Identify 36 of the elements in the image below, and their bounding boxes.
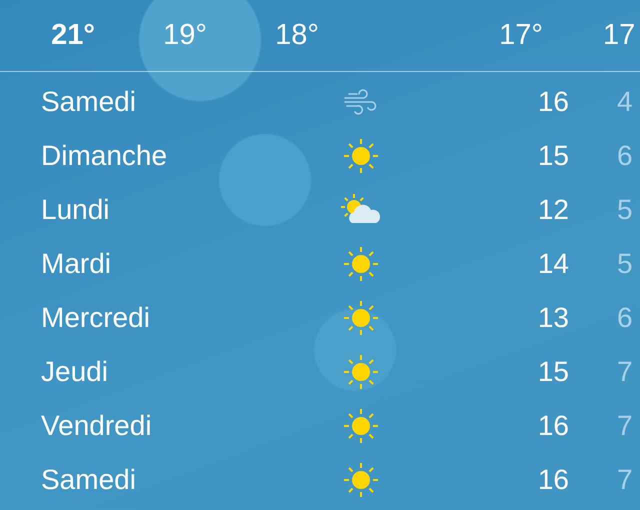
sun-icon bbox=[343, 462, 379, 498]
day-name: Lundi bbox=[41, 194, 111, 226]
low-temperature: 5 bbox=[616, 194, 634, 226]
high-temperature: 14 bbox=[536, 248, 570, 280]
low-temperature: 7 bbox=[616, 410, 634, 442]
hour-temperature: 19° bbox=[163, 19, 207, 52]
high-temperature: 16 bbox=[536, 410, 570, 442]
sun-icon bbox=[343, 408, 379, 444]
day-name: Dimanche bbox=[41, 140, 168, 172]
hour-temperature: 18° bbox=[275, 19, 319, 52]
low-temperature: 7 bbox=[616, 464, 634, 496]
high-temperature: 15 bbox=[536, 356, 570, 388]
low-temperature: 7 bbox=[616, 356, 634, 388]
hour-temperature: 21° bbox=[51, 19, 95, 52]
low-temperature: 6 bbox=[616, 140, 634, 172]
sun-icon bbox=[343, 138, 379, 174]
day-name: Mardi bbox=[41, 248, 112, 280]
low-temperature: 4 bbox=[616, 86, 634, 118]
day-name: Mercredi bbox=[41, 302, 151, 334]
hour-temperature: 17 bbox=[602, 19, 636, 52]
low-temperature: 5 bbox=[616, 248, 634, 280]
sun-icon bbox=[343, 300, 379, 336]
high-temperature: 15 bbox=[536, 140, 570, 172]
high-temperature: 13 bbox=[536, 302, 570, 334]
sun-icon bbox=[343, 354, 379, 390]
day-name: Samedi bbox=[41, 86, 137, 118]
day-name: Vendredi bbox=[41, 410, 153, 442]
day-name: Jeudi bbox=[41, 356, 109, 388]
high-temperature: 16 bbox=[536, 86, 570, 118]
hour-temperature: 17° bbox=[499, 19, 543, 52]
wind-icon bbox=[343, 88, 379, 116]
day-name: Samedi bbox=[41, 464, 137, 496]
high-temperature: 12 bbox=[536, 194, 570, 226]
low-temperature: 6 bbox=[616, 302, 634, 334]
high-temperature: 16 bbox=[536, 464, 570, 496]
sun-icon bbox=[343, 246, 379, 282]
